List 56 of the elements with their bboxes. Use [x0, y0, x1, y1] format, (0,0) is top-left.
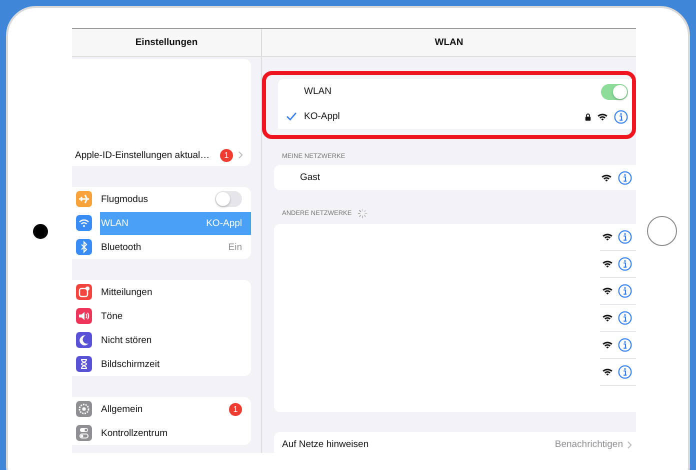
notification-badge: 1 [220, 148, 233, 162]
settings-item[interactable]: Töne [72, 304, 251, 328]
network-row[interactable]: Gast [274, 165, 636, 190]
wifi-icon [602, 287, 613, 295]
settings-item[interactable]: Allgemein 1 [72, 397, 251, 421]
settings-label: Nicht stören [101, 334, 153, 346]
camera-icon [32, 224, 48, 238]
ask-value: Benachrichtigen [554, 439, 623, 450]
settings-item[interactable]: Flugmodus [72, 187, 251, 211]
chevron-icon [238, 151, 243, 159]
page-title: WLAN [262, 29, 636, 57]
settings-label: Bluetooth [101, 242, 142, 252]
network-row[interactable]: KO-Appl [278, 104, 632, 129]
settings-value: Ein [228, 242, 242, 252]
settings-item[interactable]: Kontrollzentrum [72, 421, 251, 445]
settings-item[interactable]: Mitteilungen [72, 280, 251, 304]
settings-item[interactable]: Bluetooth Ein [72, 235, 251, 259]
settings-label: Kontrollzentrum [101, 428, 169, 438]
chevron-icon [627, 440, 632, 448]
wifi-icon [602, 233, 613, 241]
toggle-switch[interactable] [215, 191, 242, 207]
ask-label: Auf Netze hinweisen [282, 439, 370, 450]
info-icon[interactable] [618, 311, 632, 325]
wifi-icon [602, 368, 613, 376]
network-name: KO-Appl [304, 111, 341, 122]
info-icon[interactable] [618, 284, 632, 298]
apple-id-label: Apple-ID-Einstellungen aktual… [75, 150, 211, 160]
apple-id-row[interactable]: Apple-ID-Einstellungen aktual… 1 [72, 144, 251, 166]
wifi-icon [602, 341, 613, 349]
info-icon[interactable] [618, 257, 632, 271]
settings-label: WLAN [101, 218, 130, 228]
wifi-icon [597, 112, 608, 120]
network-name: Gast [300, 172, 322, 183]
sidebar-title: Einstellungen [72, 29, 261, 57]
home-button[interactable] [647, 216, 677, 246]
wlan-label: WLAN [304, 86, 332, 97]
wifi-icon [602, 314, 613, 322]
settings-value: KO-Appl [206, 218, 242, 228]
settings-label: Töne [101, 310, 124, 322]
info-icon[interactable] [618, 365, 632, 379]
info-icon[interactable] [618, 338, 632, 352]
info-icon[interactable] [614, 110, 628, 124]
settings-row[interactable]: Auf Netze hinweisen Benachrichtigen [274, 432, 636, 453]
info-icon[interactable] [618, 230, 632, 244]
notification-badge: 1 [229, 402, 242, 416]
wifi-icon [601, 174, 612, 182]
settings-label: Bildschirmzeit [101, 358, 161, 370]
wifi-icon [602, 260, 613, 268]
settings-label: Mitteilungen [101, 286, 154, 298]
info-icon[interactable] [618, 170, 632, 184]
settings-item[interactable]: Nicht stören [72, 328, 251, 352]
lock-icon [585, 112, 591, 120]
toggle-switch[interactable] [601, 84, 628, 100]
settings-item[interactable]: Bildschirmzeit [72, 352, 251, 376]
settings-label: Flugmodus [101, 194, 149, 204]
settings-label: Allgemein [101, 404, 144, 414]
